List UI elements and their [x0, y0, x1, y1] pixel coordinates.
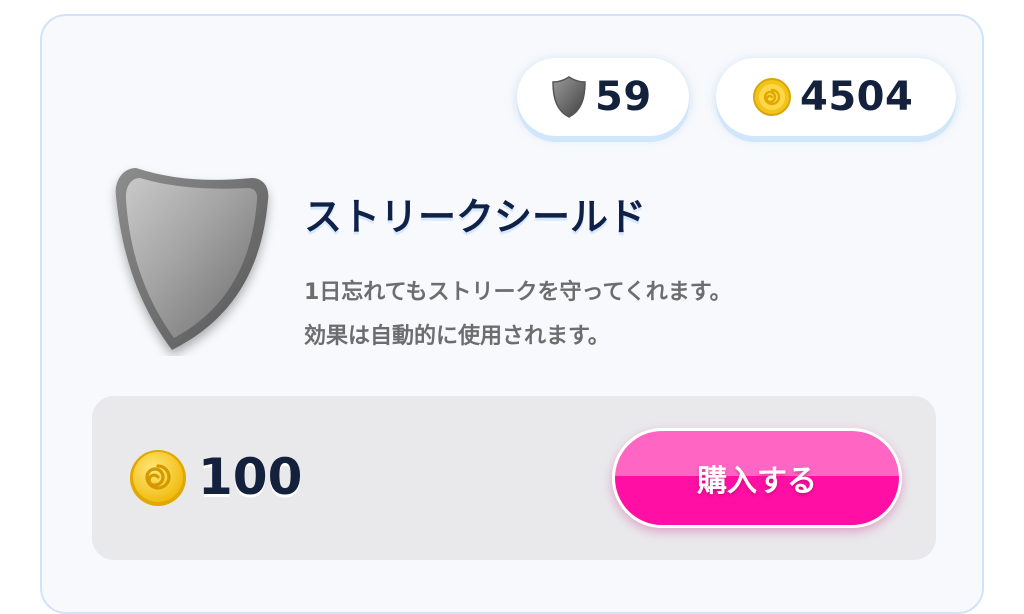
shield-small-icon — [551, 75, 587, 119]
item-description-line-2: 効果は自動的に使用されます。 — [304, 324, 610, 349]
shield-icon — [102, 160, 278, 356]
item-title: ストリークシールド — [304, 195, 647, 239]
shield-count-pill: 59 — [517, 58, 689, 136]
purchase-button-label: 購入する — [697, 464, 817, 499]
coin-icon — [128, 448, 188, 508]
item-description-line-1: 1日忘れてもストリークを守ってくれます。 — [304, 280, 732, 305]
purchase-button[interactable]: 購入する — [612, 428, 902, 528]
coin-small-icon — [752, 77, 792, 117]
coin-balance: 4504 — [800, 74, 914, 120]
purchase-panel: 100 購入する — [92, 396, 936, 560]
shop-item-card: 59 4504 ストリークシールド 1日忘れてもストリークを守ってくれます。 効… — [40, 14, 984, 614]
shield-count: 59 — [595, 74, 652, 120]
coin-balance-pill: 4504 — [716, 58, 956, 136]
item-price: 100 — [198, 448, 303, 506]
